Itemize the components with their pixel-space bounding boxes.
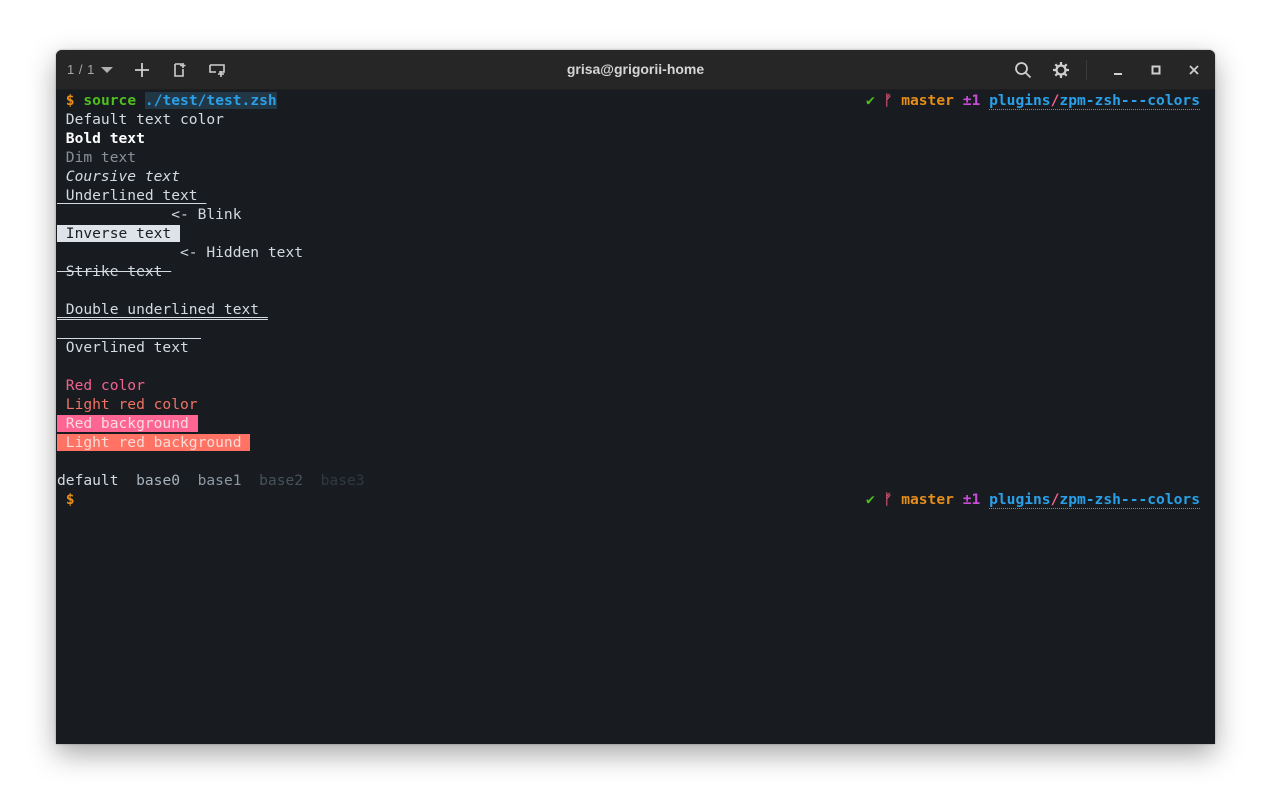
red-color-line: Red color bbox=[57, 377, 145, 394]
titlebar: 1 / 1 grisa@grigorii-home bbox=[56, 50, 1215, 90]
cwd-leaf: zpm-zsh---colors bbox=[1059, 491, 1200, 508]
terminal-content[interactable]: $ source ./test/test.zsh ✔ ᚠ master ±1 p… bbox=[57, 90, 1215, 744]
check-icon: ✔ bbox=[866, 92, 875, 109]
default-text-line: Default text color bbox=[57, 111, 224, 128]
base3-text: base3 bbox=[320, 472, 365, 489]
prompt-symbol: $ bbox=[65, 92, 75, 109]
git-branch-icon: ᚠ bbox=[883, 491, 893, 508]
split-button[interactable] bbox=[165, 55, 195, 85]
base0-text: base0 bbox=[136, 472, 181, 489]
right-prompt-final: ✔ ᚠ master ±1 plugins/zpm-zsh---colors bbox=[866, 490, 1200, 509]
titlebar-left: 1 / 1 bbox=[67, 50, 241, 89]
dim-text-line: Dim text bbox=[57, 149, 137, 166]
strike-text-line: Strike text bbox=[57, 263, 172, 280]
titlebar-separator bbox=[1086, 59, 1087, 80]
git-branch-icon: ᚠ bbox=[883, 92, 893, 109]
new-window-icon bbox=[208, 63, 225, 77]
cwd-path: plugins/zpm-zsh---colors bbox=[989, 92, 1200, 110]
light-red-background-text: Light red background bbox=[57, 434, 251, 451]
base1-text: base1 bbox=[197, 472, 242, 489]
close-button[interactable] bbox=[1179, 55, 1209, 85]
cwd-dir: plugins bbox=[989, 92, 1051, 109]
git-branch: master bbox=[901, 92, 954, 109]
minimize-button[interactable] bbox=[1103, 55, 1133, 85]
gear-icon bbox=[1053, 61, 1069, 78]
inverse-text: Inverse text bbox=[57, 225, 181, 242]
light-red-background-line: Light red background bbox=[57, 433, 251, 452]
overlined-text-line: Overlined text bbox=[57, 339, 189, 356]
underlined-text-line: Underlined text bbox=[57, 187, 207, 204]
settings-button[interactable] bbox=[1046, 55, 1076, 85]
hidden-text-line: <- Hidden text bbox=[57, 244, 304, 261]
light-red-color-line: Light red color bbox=[57, 396, 198, 413]
git-branch: master bbox=[901, 491, 954, 508]
double-underlined-text-line: Double underlined text bbox=[57, 301, 268, 318]
base2-text: base2 bbox=[259, 472, 304, 489]
red-background-line: Red background bbox=[57, 414, 198, 433]
blink-text-line: <- Blink bbox=[57, 206, 242, 223]
search-icon bbox=[1015, 61, 1032, 78]
maximize-icon bbox=[1151, 65, 1161, 74]
cwd-dir: plugins bbox=[989, 491, 1051, 508]
right-prompt: ✔ ᚠ master ±1 plugins/zpm-zsh---colors bbox=[866, 91, 1200, 110]
new-tab-icon bbox=[173, 62, 186, 77]
inverse-text-line: Inverse text bbox=[57, 224, 181, 243]
red-background-text: Red background bbox=[57, 415, 198, 432]
maximize-button[interactable] bbox=[1141, 55, 1171, 85]
new-window-button[interactable] bbox=[203, 55, 233, 85]
tab-counter: 1 / 1 bbox=[67, 62, 95, 77]
base-default: default bbox=[57, 472, 119, 489]
base-colors-line: default base0 base1 base2 base3 bbox=[57, 471, 365, 490]
search-button[interactable] bbox=[1008, 55, 1038, 85]
cwd-path: plugins/zpm-zsh---colors bbox=[989, 491, 1200, 509]
titlebar-right bbox=[1008, 50, 1209, 89]
git-dirty-count: ±1 bbox=[962, 491, 981, 508]
cwd-leaf: zpm-zsh---colors bbox=[1059, 92, 1200, 109]
check-icon: ✔ bbox=[866, 491, 875, 508]
git-dirty-count: ±1 bbox=[962, 92, 981, 109]
command-name: source bbox=[83, 92, 137, 109]
bold-text-line: Bold text bbox=[57, 130, 145, 147]
plus-icon bbox=[134, 62, 149, 77]
terminal-window: 1 / 1 grisa@grigorii-home $ source ./tes… bbox=[56, 50, 1215, 744]
command-line: $ source ./test/test.zsh bbox=[57, 91, 277, 110]
final-prompt-symbol: $ bbox=[57, 491, 75, 508]
new-tab-button[interactable] bbox=[127, 55, 157, 85]
command-argument: ./test/test.zsh bbox=[144, 92, 277, 109]
italic-text-line: Coursive text bbox=[57, 168, 181, 185]
minimize-icon bbox=[1114, 72, 1122, 75]
chevron-down-icon[interactable] bbox=[100, 66, 113, 73]
close-icon bbox=[1189, 64, 1199, 75]
